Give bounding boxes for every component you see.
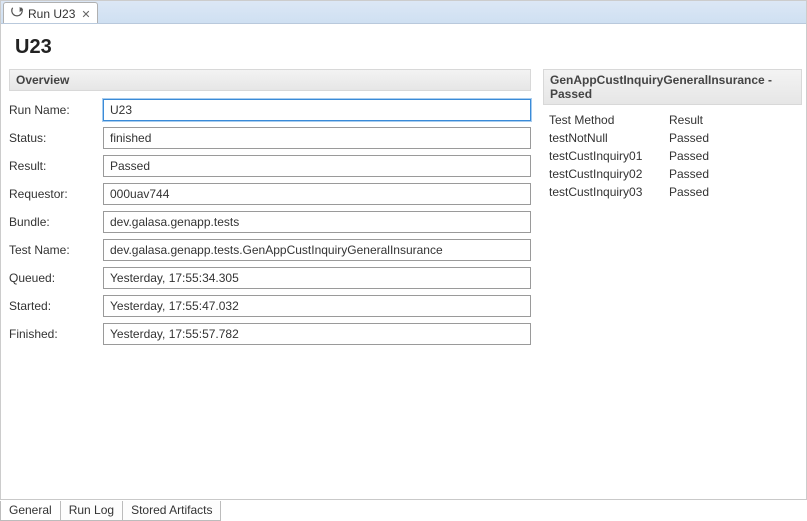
bundle-field[interactable] — [103, 211, 531, 233]
result-cell: Passed — [669, 149, 796, 163]
bundle-label: Bundle: — [9, 215, 103, 229]
content: Overview Run Name: Status: Result: Reque… — [1, 69, 806, 499]
started-field[interactable] — [103, 295, 531, 317]
table-row[interactable]: testCustInquiry03 Passed — [543, 183, 802, 201]
finished-field[interactable] — [103, 323, 531, 345]
table-row[interactable]: testNotNull Passed — [543, 129, 802, 147]
tab-run-log[interactable]: Run Log — [61, 501, 123, 521]
close-icon[interactable]: ✕ — [81, 8, 90, 21]
run-icon — [10, 6, 24, 23]
table-row[interactable]: testCustInquiry01 Passed — [543, 147, 802, 165]
result-label: Result: — [9, 159, 103, 173]
run-name-field[interactable] — [103, 99, 531, 121]
started-label: Started: — [9, 299, 103, 313]
requestor-label: Requestor: — [9, 187, 103, 201]
tab-stored-artifacts[interactable]: Stored Artifacts — [123, 501, 221, 521]
method-cell: testCustInquiry01 — [549, 149, 669, 163]
run-name-label: Run Name: — [9, 103, 103, 117]
test-name-label: Test Name: — [9, 243, 103, 257]
result-cell: Passed — [669, 185, 796, 199]
column-result: Result — [669, 113, 796, 127]
finished-label: Finished: — [9, 327, 103, 341]
editor-tab-bar: Run U23 ✕ — [1, 1, 806, 24]
column-method: Test Method — [549, 113, 669, 127]
overview-header: Overview — [9, 69, 531, 91]
results-pane: GenAppCustInquiryGeneralInsurance - Pass… — [539, 69, 806, 499]
overview-form: Run Name: Status: Result: Requestor: Bun… — [9, 99, 531, 345]
table-row[interactable]: testCustInquiry02 Passed — [543, 165, 802, 183]
queued-field[interactable] — [103, 267, 531, 289]
status-field[interactable] — [103, 127, 531, 149]
requestor-field[interactable] — [103, 183, 531, 205]
queued-label: Queued: — [9, 271, 103, 285]
status-label: Status: — [9, 131, 103, 145]
results-header-row: Test Method Result — [543, 111, 802, 129]
editor-tab-run[interactable]: Run U23 ✕ — [3, 2, 98, 23]
result-field[interactable] — [103, 155, 531, 177]
editor-tab-title: Run U23 — [28, 7, 75, 21]
method-cell: testCustInquiry02 — [549, 167, 669, 181]
overview-pane: Overview Run Name: Status: Result: Reque… — [1, 69, 539, 499]
results-table: Test Method Result testNotNull Passed te… — [543, 111, 802, 201]
result-cell: Passed — [669, 167, 796, 181]
bottom-tab-bar: General Run Log Stored Artifacts — [0, 499, 807, 521]
tab-general[interactable]: General — [0, 501, 61, 521]
method-cell: testNotNull — [549, 131, 669, 145]
method-cell: testCustInquiry03 — [549, 185, 669, 199]
test-name-field[interactable] — [103, 239, 531, 261]
result-cell: Passed — [669, 131, 796, 145]
page-title: U23 — [1, 24, 806, 69]
results-header: GenAppCustInquiryGeneralInsurance - Pass… — [543, 69, 802, 105]
